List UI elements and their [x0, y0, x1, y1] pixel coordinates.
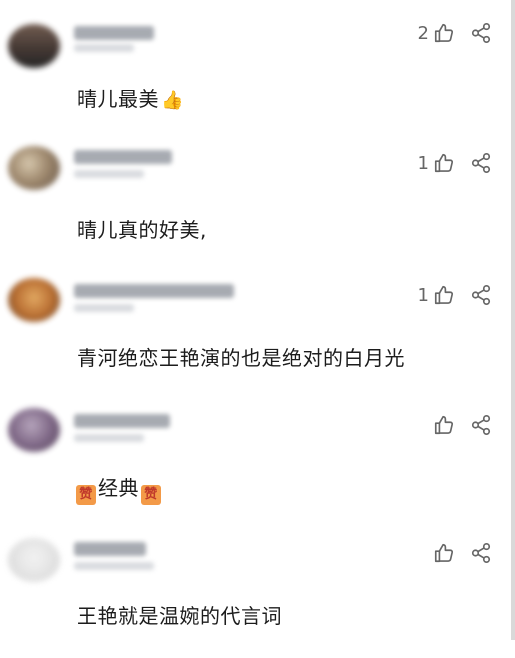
- like-button[interactable]: 1: [418, 152, 455, 174]
- comment-item: 1 晴儿真的好美,: [0, 136, 515, 266]
- avatar[interactable]: [8, 24, 60, 68]
- avatar[interactable]: [8, 538, 60, 582]
- like-count: 1: [417, 284, 429, 306]
- zan-sticker-icon: 赞: [141, 485, 161, 505]
- share-icon[interactable]: [470, 152, 492, 174]
- comment-actions: 1: [418, 278, 492, 312]
- comment-meta-blurred: [74, 170, 144, 178]
- zan-sticker-icon: 赞: [76, 485, 96, 505]
- share-icon[interactable]: [470, 22, 492, 44]
- comment-meta-blurred: [74, 434, 144, 442]
- thumbs-up-emoji-icon: 👍: [161, 90, 184, 111]
- like-count: 2: [417, 22, 429, 44]
- like-button[interactable]: 1: [418, 284, 455, 306]
- comment-meta-blurred: [74, 304, 134, 312]
- comment-actions: 2: [418, 16, 492, 50]
- comment-text: 青河绝恋王艳演的也是绝对的白月光: [77, 346, 405, 370]
- avatar[interactable]: [8, 278, 60, 322]
- username-blurred[interactable]: [74, 414, 170, 428]
- share-icon[interactable]: [470, 414, 492, 436]
- comment-item: 王艳就是温婉的代言词: [0, 528, 515, 658]
- comment-meta-blurred: [74, 562, 154, 570]
- avatar[interactable]: [8, 146, 60, 190]
- comment-meta-blurred: [74, 44, 134, 52]
- comment-text: 赞经典赞: [74, 472, 163, 505]
- comment-text-content: 经典: [98, 476, 139, 500]
- share-icon[interactable]: [470, 542, 492, 564]
- thumbs-up-icon: [433, 22, 455, 44]
- like-button[interactable]: [429, 542, 455, 564]
- like-button[interactable]: [429, 414, 455, 436]
- thumbs-up-icon: [433, 542, 455, 564]
- username-blurred[interactable]: [74, 26, 154, 40]
- comment-text: 王艳就是温婉的代言词: [77, 604, 282, 628]
- username-blurred[interactable]: [74, 150, 172, 164]
- like-count: 1: [417, 152, 429, 174]
- comment-item: 1 青河绝恋王艳演的也是绝对的白月光: [0, 270, 515, 400]
- comment-text: 晴儿最美 👍: [77, 83, 184, 112]
- thumbs-up-icon: [433, 414, 455, 436]
- thumbs-up-icon: [433, 152, 455, 174]
- username-blurred[interactable]: [74, 542, 146, 556]
- comment-item: 赞经典赞: [0, 400, 515, 530]
- comment-actions: 1: [418, 146, 492, 180]
- comment-text-content: 晴儿最美: [77, 87, 159, 111]
- share-icon[interactable]: [470, 284, 492, 306]
- thumbs-up-icon: [433, 284, 455, 306]
- like-button[interactable]: 2: [418, 22, 455, 44]
- username-blurred[interactable]: [74, 284, 234, 298]
- comment-item: 2 晴儿最美 👍: [0, 10, 515, 140]
- comment-text: 晴儿真的好美,: [77, 218, 207, 242]
- avatar[interactable]: [8, 408, 60, 452]
- comment-actions: [429, 408, 492, 442]
- comment-actions: [429, 536, 492, 570]
